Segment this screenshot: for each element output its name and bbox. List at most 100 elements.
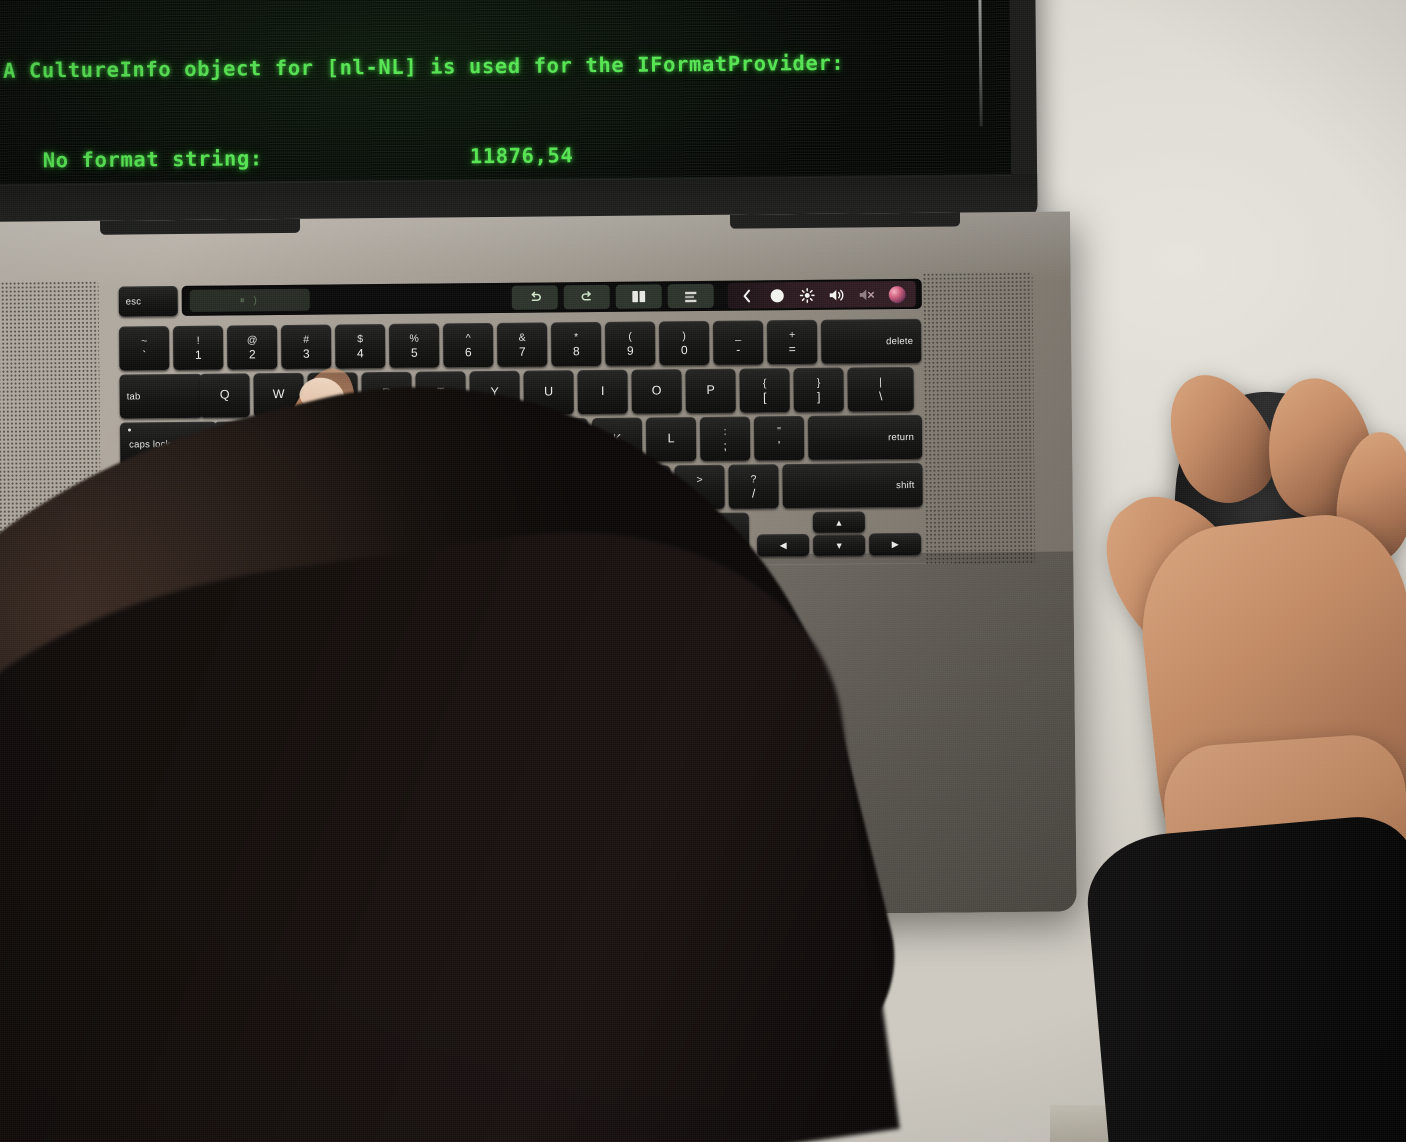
key-label: ▼	[834, 540, 844, 551]
key-label: P	[706, 383, 715, 398]
brightness-circle-icon[interactable]	[768, 286, 786, 304]
key-label: |	[879, 375, 882, 388]
key-label: !	[196, 334, 200, 347]
key-label: }	[816, 376, 821, 389]
key-label: [	[762, 389, 767, 404]
key-label: shift	[896, 479, 915, 491]
key-l[interactable]: L	[645, 417, 697, 462]
key-label: return	[888, 431, 915, 443]
key-label: 8	[572, 343, 580, 358]
key-o[interactable]: O	[631, 369, 682, 414]
key-label: 6	[464, 344, 472, 359]
key-5[interactable]: % 5	[388, 323, 440, 368]
key-label: @	[246, 333, 258, 346]
volume-up-icon[interactable]	[828, 286, 846, 304]
key-label: $	[357, 332, 364, 345]
redo-icon[interactable]	[563, 284, 610, 310]
key-tab[interactable]: tab	[119, 373, 203, 419]
key-6[interactable]: ^ 6	[442, 322, 494, 368]
hinge-notch-left	[99, 218, 301, 235]
touchbar-control-strip[interactable]	[727, 280, 916, 309]
touchbar-button-group[interactable]	[511, 283, 714, 310]
right-arm-sleeve	[1082, 812, 1406, 1142]
key-label: 5	[410, 345, 418, 360]
key-label: I	[600, 384, 605, 399]
key-bracket-right[interactable]: } ]	[793, 367, 844, 413]
terminal-line: No format string: 11876,54	[3, 143, 574, 173]
right-speaker-grille	[922, 271, 1036, 565]
key-label: %	[409, 332, 419, 345]
undo-icon[interactable]	[511, 285, 558, 310]
key-3[interactable]: # 3	[281, 324, 332, 370]
key-label: :	[723, 425, 727, 438]
terminal-screen[interactable]: A CultureInfo object for [nl-NL] is used…	[0, 0, 1012, 186]
key-i[interactable]: I	[577, 369, 628, 415]
display-bezel: A CultureInfo object for [nl-NL] is used…	[0, 0, 1012, 186]
key-0[interactable]: ) 0	[658, 320, 710, 366]
key-label: =	[788, 341, 796, 356]
key-minus[interactable]: _ -	[712, 320, 764, 365]
key-label: 4	[356, 345, 364, 360]
key-semicolon[interactable]: : ;	[699, 416, 751, 462]
terminal-text: A CultureInfo object for [nl-NL] is used…	[2, 0, 1011, 186]
key-label: >	[696, 473, 703, 486]
key-arrow-up[interactable]: ▲	[812, 511, 866, 533]
key-label: &	[518, 331, 526, 344]
mute-icon[interactable]	[858, 285, 876, 303]
key-label: esc	[125, 295, 142, 308]
key-9[interactable]: ( 9	[604, 321, 656, 366]
key-quote[interactable]: " '	[753, 416, 805, 461]
key-label: 9	[626, 343, 634, 358]
key-label: )	[682, 329, 686, 342]
key-shift-right[interactable]: shift	[782, 462, 923, 509]
columns-icon[interactable]	[615, 284, 662, 309]
key-2[interactable]: @ 2	[227, 325, 278, 370]
key-4[interactable]: $ 4	[335, 324, 386, 369]
key-label: ;	[723, 438, 727, 453]
key-label: \	[878, 388, 883, 403]
key-q[interactable]: Q	[199, 373, 250, 418]
screenshot-stage: A CultureInfo object for [nl-NL] is used…	[0, 0, 1406, 1142]
hinge-notch-right	[729, 212, 961, 229]
touchbar-app-region[interactable]: ⏸ )	[189, 288, 310, 312]
key-7[interactable]: & 7	[496, 322, 548, 367]
key-label: #	[303, 333, 310, 346]
key-label: ]	[816, 389, 821, 404]
key-8[interactable]: * 8	[550, 321, 602, 367]
key-backslash[interactable]: | \	[847, 366, 914, 412]
key-label: ?	[750, 472, 757, 486]
touch-bar[interactable]: ⏸ )	[181, 278, 922, 316]
key-label: /	[751, 485, 756, 501]
key-label: ^	[465, 331, 471, 344]
key-label: _	[735, 329, 742, 342]
key-delete[interactable]: delete	[820, 318, 922, 364]
key-bracket-left[interactable]: { [	[739, 368, 790, 413]
brightness-icon[interactable]	[798, 286, 816, 304]
key-esc[interactable]: esc	[118, 286, 178, 317]
list-icon[interactable]	[667, 283, 714, 309]
key-label: 1	[194, 347, 202, 362]
key-equals[interactable]: + =	[766, 319, 818, 365]
key-label: ▶	[891, 538, 899, 549]
key-slash[interactable]: ? /	[728, 464, 779, 509]
key-label: ◀	[779, 539, 787, 550]
touchbar-app-label: ⏸ )	[239, 294, 260, 306]
key-label: "	[777, 424, 781, 437]
chevron-left-icon[interactable]	[738, 286, 756, 304]
key-1[interactable]: ! 1	[173, 325, 224, 371]
key-label: +	[788, 328, 796, 341]
key-label: -	[736, 342, 741, 357]
terminal-line: A CultureInfo object for [nl-NL] is used…	[2, 50, 845, 83]
key-label: U	[544, 384, 554, 399]
key-return[interactable]: return	[807, 414, 923, 460]
key-label: W	[272, 387, 285, 402]
key-label: (	[628, 330, 632, 343]
key-p[interactable]: P	[685, 368, 736, 414]
key-label: 2	[248, 346, 256, 361]
siri-orb-icon[interactable]	[888, 285, 906, 303]
key-label: O	[651, 383, 662, 398]
key-label: ~	[141, 334, 148, 347]
key-label: tab	[126, 390, 141, 403]
key-backtick[interactable]: ~ `	[119, 326, 170, 371]
key-label: {	[762, 376, 767, 389]
